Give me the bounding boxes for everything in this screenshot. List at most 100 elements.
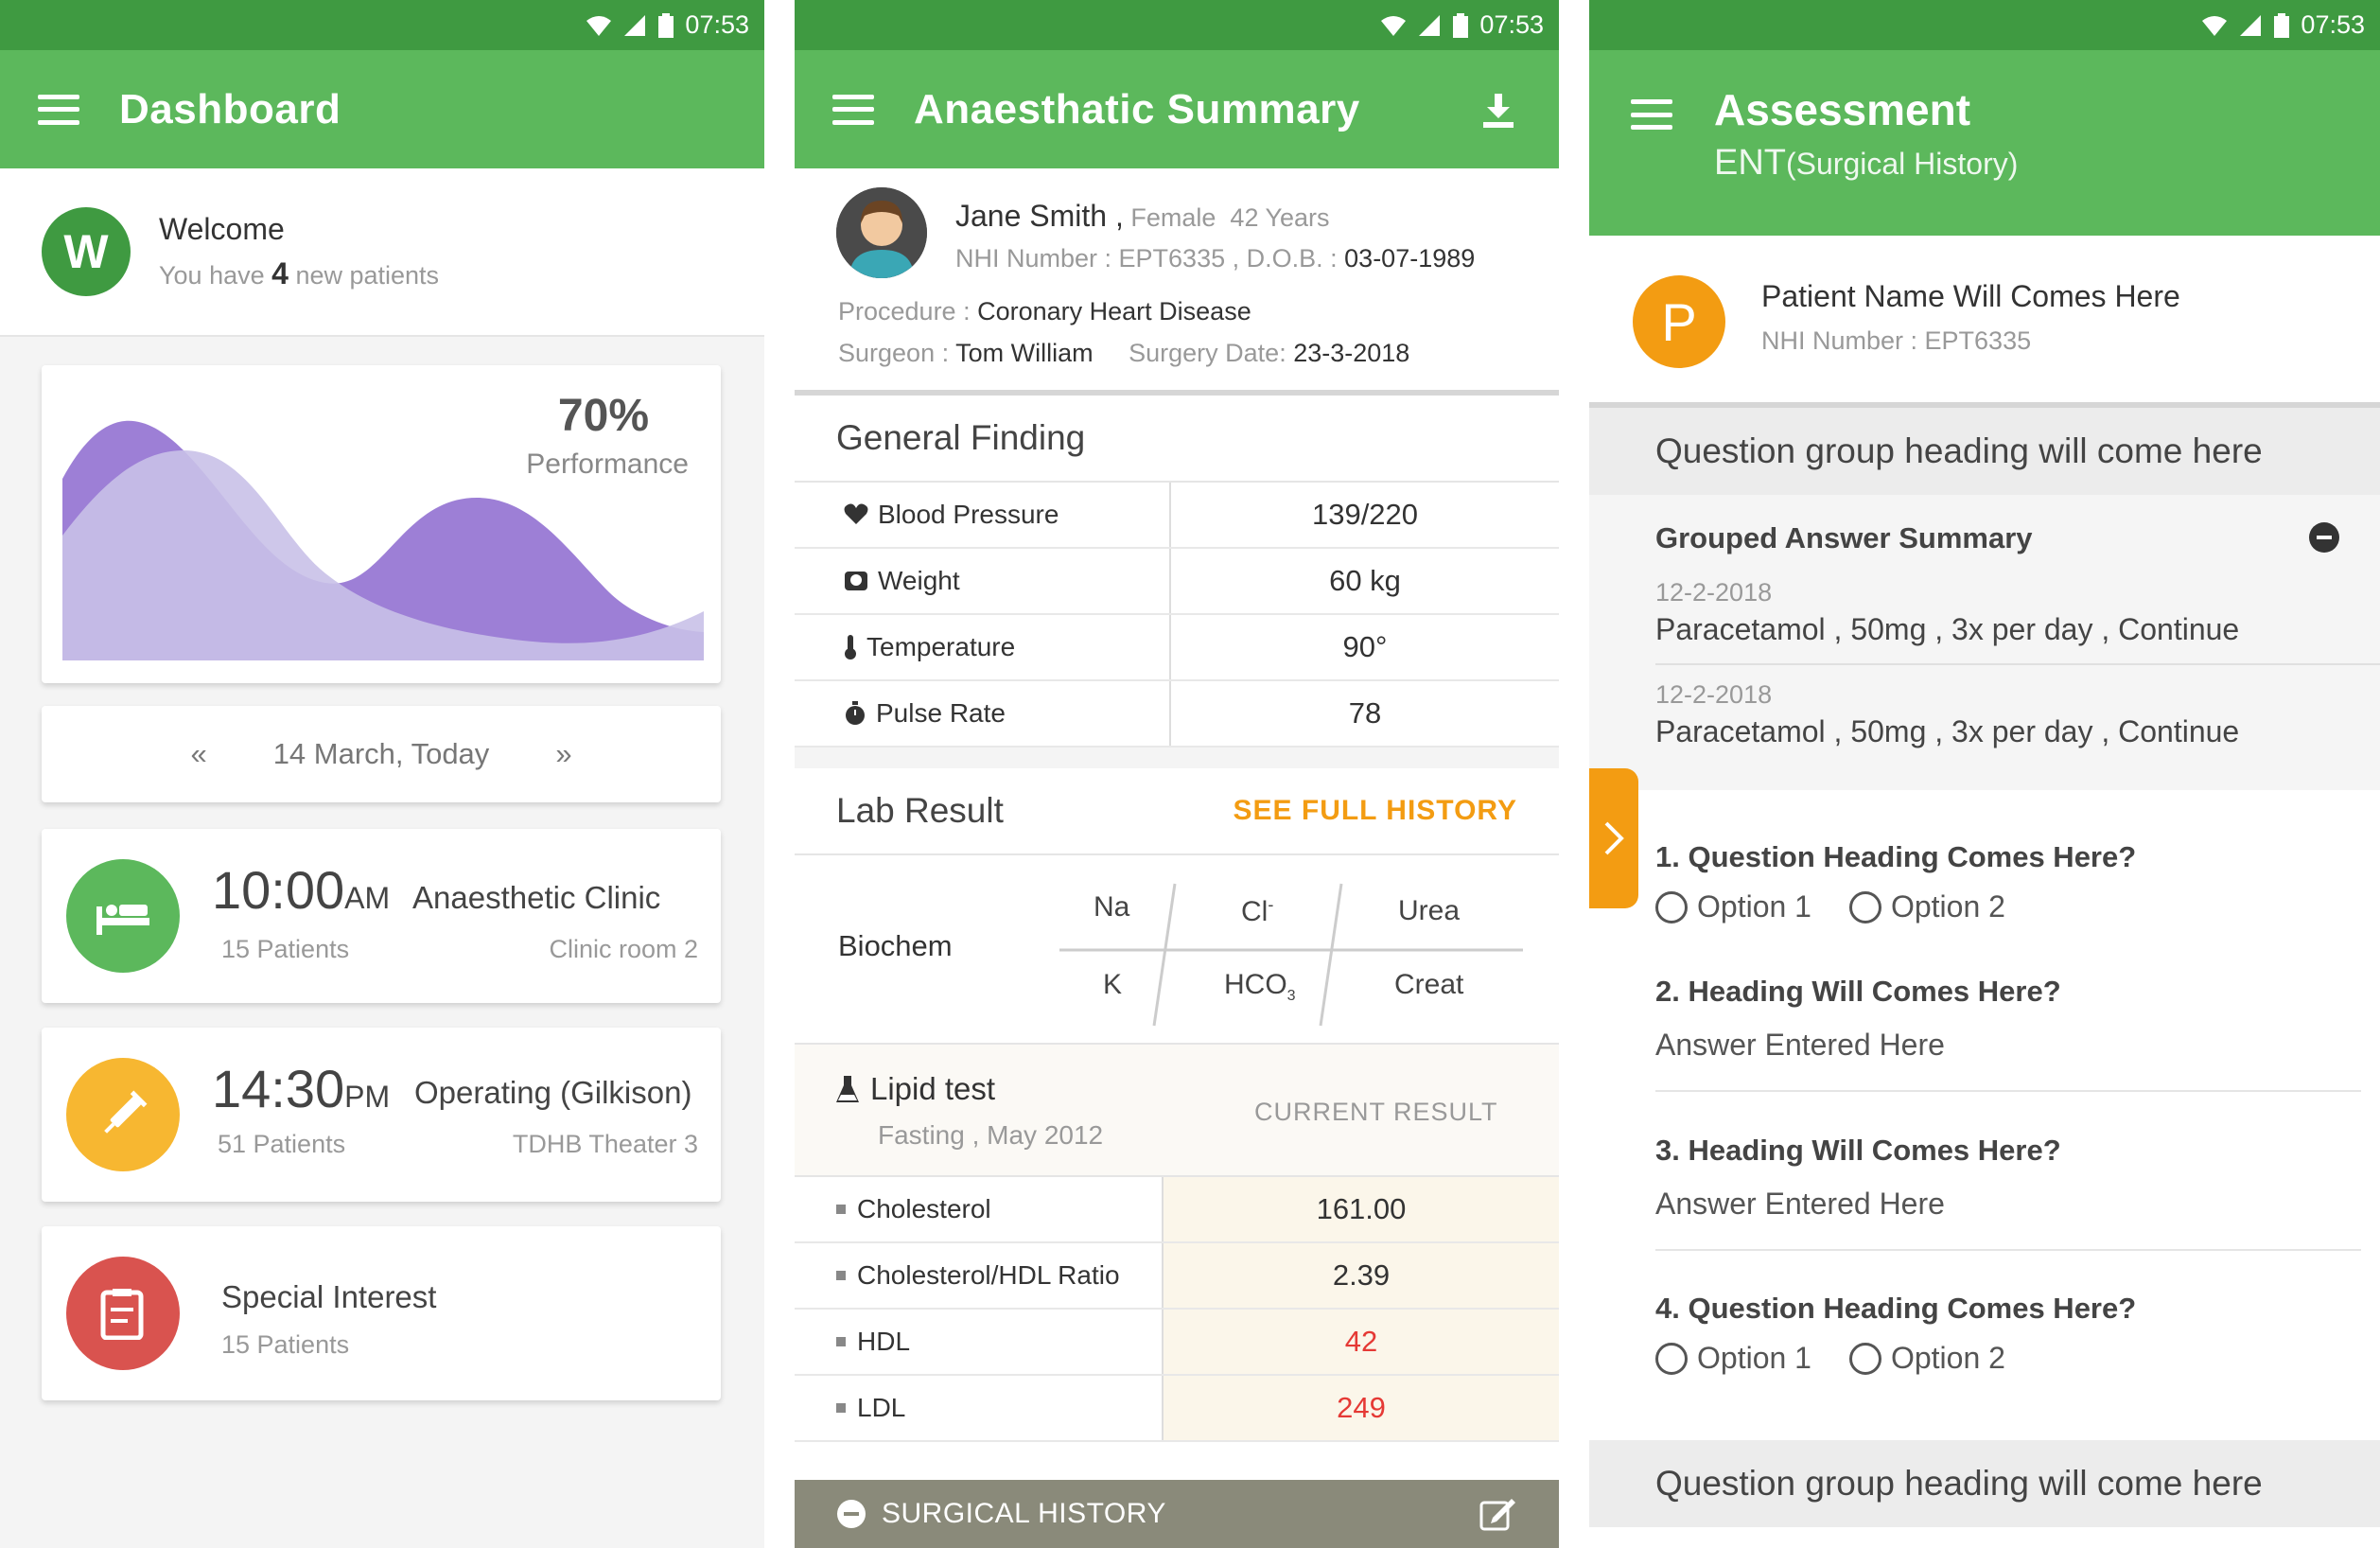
appointment-card[interactable]: 14:30PM Operating (Gilkison) 51 Patients… <box>42 1028 721 1202</box>
table-row: Pulse Rate 78 <box>795 681 1559 748</box>
avatar: W <box>42 207 131 296</box>
option-1-radio[interactable]: Option 1 <box>1655 889 1811 924</box>
lipid-value: 161.00 <box>1164 1177 1559 1241</box>
status-icons <box>586 12 674 38</box>
appointment-room: Clinic room 2 <box>549 935 698 963</box>
collapse-icon[interactable] <box>2308 521 2340 554</box>
lipid-label: Cholesterol <box>857 1194 991 1223</box>
summary-screen: 07:53 Anaesthatic Summary Jane Smith , F… <box>795 0 1559 1548</box>
entry-date: 12-2-2018 <box>1655 680 1773 709</box>
table-row: Cholesterol/HDL Ratio 2.39 <box>795 1243 1559 1310</box>
thermometer-icon <box>845 635 856 660</box>
prev-day-button[interactable]: « <box>190 737 206 771</box>
biochem-urea: Urea <box>1398 895 1461 926</box>
entry-text: Paracetamol , 50mg , 3x per day , Contin… <box>1655 714 2240 748</box>
bullet-icon <box>836 1271 846 1280</box>
table-row: Cholesterol 161.00 <box>795 1177 1559 1243</box>
date-label: 14 March, Today <box>272 737 490 770</box>
see-full-history-link[interactable]: SEE FULL HISTORY <box>1234 795 1518 827</box>
appointment-time: 10:00AM <box>212 860 391 920</box>
patient-nhi: NHI Number : EPT6335 <box>1761 326 2032 355</box>
status-bar: 07:53 <box>0 0 764 50</box>
performance-card[interactable]: 70% Performance <box>42 365 721 683</box>
biochem-fishbone <box>1059 883 1523 1027</box>
page-title: Anaesthatic Summary <box>914 85 1360 132</box>
download-icon[interactable] <box>1479 92 1517 130</box>
answer-field[interactable]: Answer Entered Here <box>1655 1028 2061 1063</box>
side-expand-tab[interactable] <box>1589 768 1638 908</box>
option-label: Option 1 <box>1697 1341 1811 1375</box>
surgeon-line: Surgeon : Tom William Surgery Date: 23-3… <box>838 339 1409 368</box>
patient-header: Jane Smith , Female 42 Years NHI Number … <box>795 168 1559 396</box>
appointment-card[interactable]: 10:00AM Anaesthetic Clinic 15 Patients C… <box>42 829 721 1003</box>
question-heading: 1. Question Heading Comes Here? <box>1655 840 2137 873</box>
collapse-icon[interactable] <box>836 1499 866 1529</box>
lab-result-title: Lab Result <box>836 791 1004 830</box>
patient-header: P Patient Name Will Comes Here NHI Numbe… <box>1589 236 2380 408</box>
next-day-button[interactable]: » <box>555 737 571 771</box>
question-4: 4. Question Heading Comes Here? Option 1… <box>1655 1292 2136 1376</box>
page-subtitle: ENT(Surgical History) <box>1714 143 2019 183</box>
dashboard-screen: 07:53 Dashboard W Welcome You have 4 new… <box>0 0 764 1548</box>
nhi-label: NHI Number : EPT6335 , D.O.B. : <box>955 244 1338 273</box>
assessment-screen: 07:53 Assessment ENT(Surgical History) P… <box>1589 0 2380 1548</box>
general-finding-title: General Finding <box>795 396 1559 483</box>
surgery-date-label: Surgery Date: <box>1129 339 1286 367</box>
wifi-icon <box>586 15 612 36</box>
app-bar: Assessment ENT(Surgical History) <box>1589 50 2380 236</box>
lipid-test-header: Lipid test Fasting , May 2012 CURRENT RE… <box>795 1045 1559 1177</box>
bullet-icon <box>836 1403 846 1413</box>
menu-icon[interactable] <box>1631 99 1672 130</box>
divider <box>1655 1090 2361 1092</box>
answer-field[interactable]: Answer Entered Here <box>1655 1187 2061 1222</box>
grouped-answer-summary: Grouped Answer Summary 12-2-2018 Paracet… <box>1589 495 2380 790</box>
special-interest-card[interactable]: Special Interest 15 Patients <box>42 1226 721 1400</box>
battery-icon <box>2274 12 2290 38</box>
signal-icon <box>624 14 646 36</box>
finding-value: 90° <box>1342 630 1388 663</box>
menu-icon[interactable] <box>832 94 874 125</box>
table-row: LDL 249 <box>795 1376 1559 1442</box>
biochem-k: K <box>1103 969 1123 1000</box>
status-time: 07:53 <box>2301 10 2365 39</box>
question-2: 2. Heading Will Comes Here? Answer Enter… <box>1655 975 2061 1063</box>
biochem-label: Biochem <box>838 929 953 962</box>
option-2-radio[interactable]: Option 2 <box>1848 889 2005 924</box>
divider <box>1655 1249 2361 1251</box>
appointment-time: 14:30PM <box>212 1059 391 1118</box>
biochem-creat: Creat <box>1394 969 1464 1000</box>
special-interest-patients: 15 Patients <box>221 1330 350 1359</box>
chevron-right-icon <box>1604 821 1624 855</box>
current-result-header: CURRENT RESULT <box>1254 1098 1498 1126</box>
surgeon-label: Surgeon : <box>838 339 950 367</box>
finding-label: Blood Pressure <box>878 500 1059 529</box>
new-patient-count: 4 <box>271 256 289 290</box>
table-row: Blood Pressure 139/220 <box>795 483 1559 549</box>
divider <box>795 748 1559 768</box>
signal-icon <box>2240 14 2262 36</box>
question-3: 3. Heading Will Comes Here? Answer Enter… <box>1655 1134 2061 1222</box>
surgical-history-bar[interactable]: SURGICAL HISTORY <box>795 1480 1559 1548</box>
patient-dob: 03-07-1989 <box>1344 244 1476 273</box>
lipid-label: Cholesterol/HDL Ratio <box>857 1260 1120 1290</box>
biochem-na: Na <box>1094 891 1130 923</box>
page-title: Dashboard <box>119 85 341 132</box>
option-1-radio[interactable]: Option 1 <box>1655 1341 1811 1376</box>
question-1: 1. Question Heading Comes Here? Option 1… <box>1655 840 2136 924</box>
lipid-label: LDL <box>857 1393 906 1422</box>
signal-icon <box>1419 14 1441 36</box>
surgical-history-label: SURGICAL HISTORY <box>882 1498 1166 1529</box>
appointment-name: Anaesthetic Clinic <box>412 880 661 915</box>
appointment-patients: 15 Patients <box>221 935 350 963</box>
patient-photo <box>836 187 927 278</box>
procedure-label: Procedure : <box>838 297 971 325</box>
syringe-icon <box>66 1058 180 1171</box>
radio-icon <box>1655 1342 1688 1375</box>
option-2-radio[interactable]: Option 2 <box>1848 1341 2005 1376</box>
performance-label: Performance <box>526 449 689 480</box>
question-heading: 3. Heading Will Comes Here? <box>1655 1134 2061 1167</box>
menu-icon[interactable] <box>38 94 79 125</box>
bullet-icon <box>836 1205 846 1214</box>
patient-name: Patient Name Will Comes Here <box>1761 279 2180 313</box>
edit-icon[interactable] <box>1479 1497 1517 1531</box>
